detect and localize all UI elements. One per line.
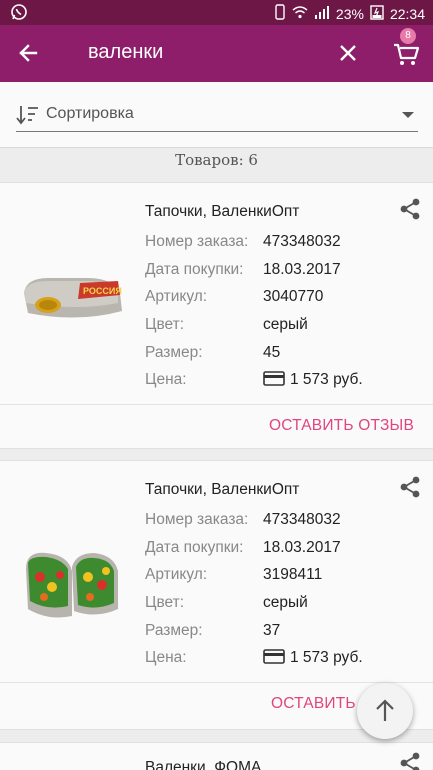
battery-percent: 23% — [335, 5, 364, 22]
svg-text:РОССИЯ: РОССИЯ — [83, 286, 122, 296]
order-number-label: Номер заказа: — [145, 511, 249, 528]
size-label: Размер: — [145, 344, 203, 361]
size-value: 37 — [263, 622, 281, 639]
size-value: 45 — [263, 344, 281, 361]
leave-review-button[interactable]: ОСТАВИТЬВ — [271, 695, 410, 713]
arrow-up-icon — [376, 699, 394, 721]
sort-dropdown[interactable]: Сортировка — [0, 82, 433, 148]
order-number-value: 473348032 — [263, 233, 341, 250]
purchase-date-label: Дата покупки: — [145, 261, 244, 278]
app-bar: валенки 8 — [0, 25, 433, 82]
color-value: серый — [263, 316, 308, 333]
purchase-date-value: 18.03.2017 — [263, 539, 341, 556]
search-query[interactable]: валенки — [88, 41, 163, 64]
order-card: Валенки, ФОМА — [0, 742, 433, 770]
purchase-date-label: Дата покупки: — [145, 539, 244, 556]
price-value: 1 573 руб. — [290, 649, 363, 666]
status-bar: 23% 22:34 — [0, 0, 433, 25]
share-button[interactable] — [399, 475, 421, 499]
vibrate-icon — [274, 4, 286, 23]
product-name[interactable]: Валенки, ФОМА — [145, 759, 261, 770]
color-value: серый — [263, 594, 308, 611]
credit-card-icon — [263, 371, 285, 391]
price-value: 1 573 руб. — [290, 371, 363, 388]
product-count: Товаров: 6 — [175, 151, 258, 169]
article-label: Артикул: — [145, 288, 208, 305]
share-icon — [400, 198, 420, 220]
scroll-to-top-button[interactable] — [357, 683, 413, 739]
article-value: 3040770 — [263, 288, 324, 305]
color-label: Цвет: — [145, 594, 185, 611]
leave-review-label: ОСТАВИТЬ — [271, 695, 356, 712]
share-button[interactable] — [399, 197, 421, 221]
price-label: Цена: — [145, 649, 187, 666]
product-image[interactable] — [18, 501, 128, 621]
close-icon — [340, 45, 356, 61]
whatsapp-icon — [10, 3, 28, 26]
order-number-value: 473348032 — [263, 511, 341, 528]
wifi-icon — [292, 5, 308, 22]
product-name[interactable]: Тапочки, ВаленкиОпт — [145, 481, 299, 499]
article-label: Артикул: — [145, 566, 208, 583]
back-button[interactable] — [14, 39, 42, 67]
order-number-label: Номер заказа: — [145, 233, 249, 250]
signal-icon — [314, 5, 330, 22]
card-divider — [0, 404, 433, 405]
arrow-left-icon — [19, 44, 38, 62]
product-name[interactable]: Тапочки, ВаленкиОпт — [145, 203, 299, 221]
cart-count-badge: 8 — [400, 28, 416, 44]
clear-search-button[interactable] — [334, 39, 362, 67]
purchase-date-value: 18.03.2017 — [263, 261, 341, 278]
share-button[interactable] — [399, 751, 421, 770]
leave-review-button[interactable]: ОСТАВИТЬ ОТЗЫВ — [269, 417, 414, 435]
sort-label: Сортировка — [46, 105, 134, 122]
color-label: Цвет: — [145, 316, 185, 333]
article-value: 3198411 — [263, 566, 323, 583]
sort-icon — [16, 104, 40, 126]
clock: 22:34 — [389, 5, 425, 22]
dropdown-arrow-icon — [402, 112, 414, 118]
share-icon — [400, 476, 420, 498]
size-label: Размер: — [145, 622, 203, 639]
credit-card-icon — [263, 649, 285, 669]
price-label: Цена: — [145, 371, 187, 388]
share-icon — [400, 752, 420, 770]
product-image[interactable]: РОССИЯ — [18, 223, 128, 343]
battery-icon — [370, 4, 384, 23]
sort-underline — [16, 131, 418, 132]
order-card: РОССИЯ Тапочки, ВаленкиОпт Номер заказа:… — [0, 182, 433, 449]
